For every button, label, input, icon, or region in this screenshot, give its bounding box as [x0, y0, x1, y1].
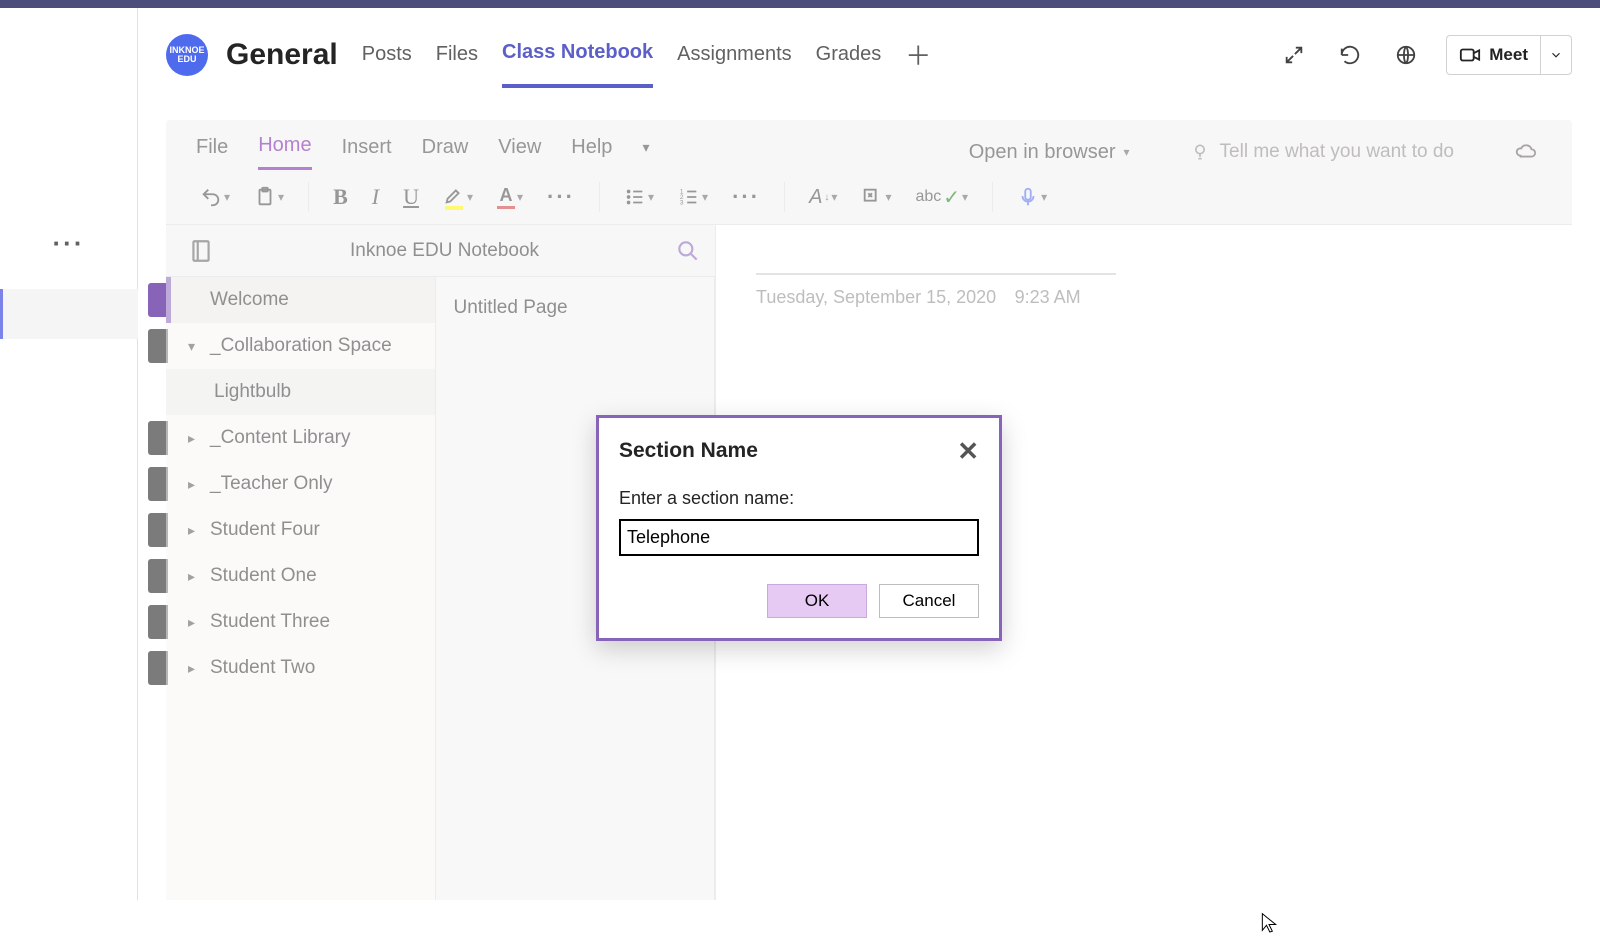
- channel-name: General: [226, 38, 338, 72]
- dialog-title: Section Name: [619, 439, 758, 463]
- website-icon[interactable]: [1390, 39, 1422, 71]
- section-color-tab: [148, 467, 168, 501]
- meet-button[interactable]: Meet: [1446, 35, 1572, 75]
- mouse-cursor-icon: [1259, 908, 1279, 936]
- section-color-tab: [148, 329, 168, 363]
- section-name-dialog: Section Name ✕ Enter a section name: OK …: [596, 415, 1002, 641]
- section-color-tab: [148, 605, 168, 639]
- dialog-prompt: Enter a section name:: [619, 488, 979, 509]
- rail-more-icon[interactable]: ···: [53, 228, 85, 259]
- tab-posts[interactable]: Posts: [362, 25, 412, 86]
- section-color-tab: [148, 513, 168, 547]
- tab-files[interactable]: Files: [436, 25, 478, 86]
- section-color-tab: [148, 559, 168, 593]
- ok-button[interactable]: OK: [767, 584, 867, 618]
- team-avatar[interactable]: INKNOE EDU: [166, 34, 208, 76]
- close-icon[interactable]: ✕: [957, 438, 979, 464]
- section-color-tab: [148, 283, 168, 317]
- refresh-icon[interactable]: [1334, 39, 1366, 71]
- teams-side-rail: ···: [0, 8, 138, 900]
- channel-tabs: Posts Files Class Notebook Assignments G…: [362, 18, 932, 93]
- section-color-tab: [148, 421, 168, 455]
- onenote-frame: File Home Insert Draw View Help ▾ Open i…: [166, 120, 1572, 900]
- section-name-input[interactable]: [619, 519, 979, 556]
- tab-grades[interactable]: Grades: [816, 25, 882, 86]
- meet-button-label: Meet: [1489, 45, 1528, 65]
- section-color-tab: [148, 651, 168, 685]
- tab-assignments[interactable]: Assignments: [677, 25, 792, 86]
- rail-selected-item[interactable]: [0, 289, 138, 339]
- add-tab-button[interactable]: ＋: [905, 18, 931, 93]
- window-titlebar: [0, 0, 1600, 8]
- tab-class-notebook[interactable]: Class Notebook: [502, 23, 653, 88]
- meet-dropdown-icon[interactable]: [1540, 35, 1571, 75]
- cancel-button[interactable]: Cancel: [879, 584, 979, 618]
- expand-icon[interactable]: [1278, 39, 1310, 71]
- channel-header: INKNOE EDU General Posts Files Class Not…: [138, 8, 1600, 92]
